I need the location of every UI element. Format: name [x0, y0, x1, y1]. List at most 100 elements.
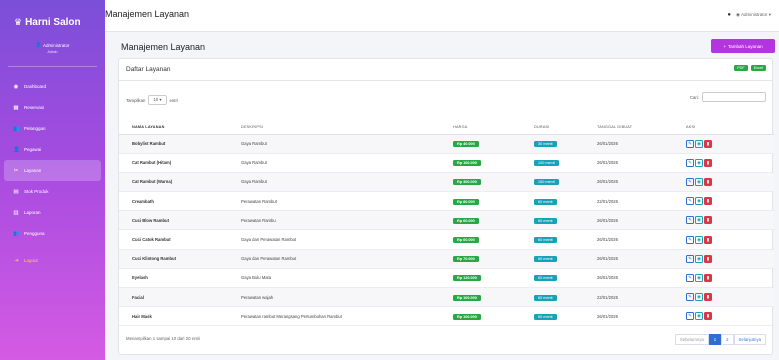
brand[interactable]: ♛ Harni Salon — [14, 17, 81, 28]
table-row: Hair Mask Perawatan rambut Merangsang Per… — [119, 306, 774, 327]
search-input[interactable] — [702, 92, 766, 102]
trash-icon[interactable]: ▮ — [704, 254, 712, 263]
duration-cell: 60 menit — [525, 306, 588, 327]
column-header[interactable]: DURASI — [525, 121, 588, 135]
eye-icon[interactable]: ◉ — [695, 273, 703, 282]
sidebar-item-pengguna[interactable]: 👥 Pengguna — [0, 223, 105, 244]
table-header-row: NAMA LAYANAN DESKRIPSI HARGA DURASI TANG… — [119, 121, 774, 135]
export-excel-button[interactable]: Excel — [750, 65, 766, 71]
actions-cell: ✎ ◉ ▮ — [677, 268, 774, 289]
entries-select[interactable]: 10 ▾ — [148, 95, 167, 105]
export-pdf-button[interactable]: PDF — [734, 65, 748, 71]
duration-badge: 60 menit — [534, 256, 557, 263]
edit-icon[interactable]: ✎ — [686, 254, 694, 263]
sidebar-item-dashboard[interactable]: ◉ Dashboard — [0, 76, 105, 97]
pagination-prev[interactable]: Sebelumnya — [674, 334, 709, 345]
trash-icon[interactable]: ▮ — [704, 235, 712, 244]
pagination: Sebelumnya 1 2 Selanjutnya — [674, 334, 766, 345]
edit-icon[interactable]: ✎ — [686, 158, 694, 167]
sidebar-item-pelanggan[interactable]: 👥 Pelanggan — [0, 118, 105, 139]
eye-icon[interactable]: ◉ — [695, 139, 703, 148]
duration-badge: 60 menit — [534, 313, 557, 320]
topbar-right: ● ◉ Administrator ▾ — [727, 12, 771, 18]
user-name: Administrator — [43, 42, 70, 48]
duration-badge: 30 menit — [534, 141, 557, 148]
sidebar-item-laporan[interactable]: ▥ Laporan — [0, 202, 105, 223]
table-row: Facial Perawatan wajah Rp 100.000 60 menit 2… — [119, 287, 774, 308]
trash-icon[interactable]: ▮ — [704, 197, 712, 206]
table-row: Eyelash Gaya Bulu Mata Rp 120.000 60 menit 2… — [119, 268, 774, 289]
sidebar-item-label: Stok Produk — [24, 189, 49, 194]
pagination-page-2[interactable]: 2 — [721, 334, 734, 345]
eye-icon[interactable]: ◉ — [695, 293, 703, 302]
sidebar-item-stok-produk[interactable]: ▤ Stok Produk — [0, 181, 105, 202]
sidebar-item-layanan[interactable]: ✂ Layanan — [4, 160, 101, 181]
price-cell: Rp 80.000 — [444, 191, 525, 212]
service-name: Eyelash — [119, 268, 232, 289]
table-row: Creambath Perawatan Rambut Rp 80.000 60 men… — [119, 191, 774, 212]
pagination-page-1[interactable]: 1 — [708, 334, 722, 345]
trash-icon[interactable]: ▮ — [704, 293, 712, 302]
column-header[interactable]: HARGA — [444, 121, 525, 135]
column-header[interactable]: DESKRIPSI — [232, 121, 444, 135]
price-badge: Rp 100.000 — [453, 313, 481, 320]
edit-icon[interactable]: ✎ — [686, 293, 694, 302]
bell-icon[interactable]: ● — [727, 12, 731, 18]
edit-icon[interactable]: ✎ — [686, 216, 694, 225]
trash-icon[interactable]: ▮ — [704, 158, 712, 167]
eye-icon[interactable]: ◉ — [695, 158, 703, 167]
eye-icon[interactable]: ◉ — [695, 312, 703, 321]
price-badge: Rp 300.000 — [453, 179, 481, 186]
sidebar-item-pegawai[interactable]: 👤 Pegawai — [0, 139, 105, 160]
actions-cell: ✎ ◉ ▮ — [677, 287, 774, 308]
duration-cell: 120 menit — [525, 153, 588, 173]
user-icon: 👤 — [35, 42, 42, 47]
boxes-icon: ▤ — [13, 188, 19, 195]
add-service-button[interactable]: + Tambah Layanan — [711, 39, 775, 53]
price-cell: Rp 60.000 — [444, 210, 525, 231]
eye-icon[interactable]: ◉ — [695, 254, 703, 263]
edit-icon[interactable]: ✎ — [686, 197, 694, 206]
trash-icon[interactable]: ▮ — [704, 216, 712, 225]
column-header[interactable]: TANGGAL DIBUAT — [588, 121, 677, 135]
length-control: Tampilkan 10 ▾ entri — [126, 95, 178, 105]
column-header[interactable]: AKSI — [677, 121, 774, 135]
service-description: Gaya Rambut — [232, 134, 444, 154]
price-badge: Rp 40.000 — [453, 141, 479, 148]
show-label: Tampilkan — [126, 97, 146, 103]
eye-icon[interactable]: ◉ — [695, 197, 703, 206]
search-label: Cari: — [689, 94, 699, 100]
trash-icon[interactable]: ▮ — [704, 139, 712, 148]
trash-icon[interactable]: ▮ — [704, 273, 712, 282]
account-menu[interactable]: ◉ Administrator ▾ — [736, 12, 771, 18]
edit-icon[interactable]: ✎ — [686, 177, 694, 186]
edit-icon[interactable]: ✎ — [686, 312, 694, 321]
price-badge: Rp 70.000 — [453, 256, 479, 263]
pagination-next[interactable]: Selanjutnya — [733, 334, 766, 345]
sidebar-item-logout[interactable]: ⇥ Logout — [0, 250, 105, 271]
edit-icon[interactable]: ✎ — [686, 273, 694, 282]
edit-icon[interactable]: ✎ — [686, 235, 694, 244]
price-badge: Rp 60.000 — [453, 237, 479, 244]
eye-icon[interactable]: ◉ — [695, 216, 703, 225]
edit-icon[interactable]: ✎ — [686, 139, 694, 148]
column-header[interactable]: NAMA LAYANAN — [119, 121, 232, 135]
price-cell: Rp 100.000 — [444, 287, 525, 308]
card-header: Daftar Layanan PDF Excel — [119, 59, 772, 81]
price-badge: Rp 80.000 — [453, 198, 479, 205]
sidebar-item-label: Dashboard — [24, 84, 47, 89]
price-badge: Rp 60.000 — [453, 217, 479, 224]
trash-icon[interactable]: ▮ — [704, 177, 712, 186]
trash-icon[interactable]: ▮ — [704, 312, 712, 321]
eye-icon[interactable]: ◉ — [695, 235, 703, 244]
service-name: Cat Rambut (Hitam) — [119, 153, 232, 173]
actions-cell: ✎ ◉ ▮ — [677, 134, 774, 154]
price-cell: Rp 100.000 — [444, 153, 525, 173]
eye-icon[interactable]: ◉ — [695, 177, 703, 186]
sidebar-item-reservasi[interactable]: ▦ Reservasi — [0, 97, 105, 118]
calendar-icon: ▦ — [13, 104, 19, 111]
table-info: Menampilkan 1 sampai 10 dari 20 entri — [126, 336, 201, 341]
service-description: Gaya Bulu Mata — [232, 268, 444, 289]
price-badge: Rp 100.000 — [453, 294, 481, 301]
topbar — [105, 0, 779, 32]
